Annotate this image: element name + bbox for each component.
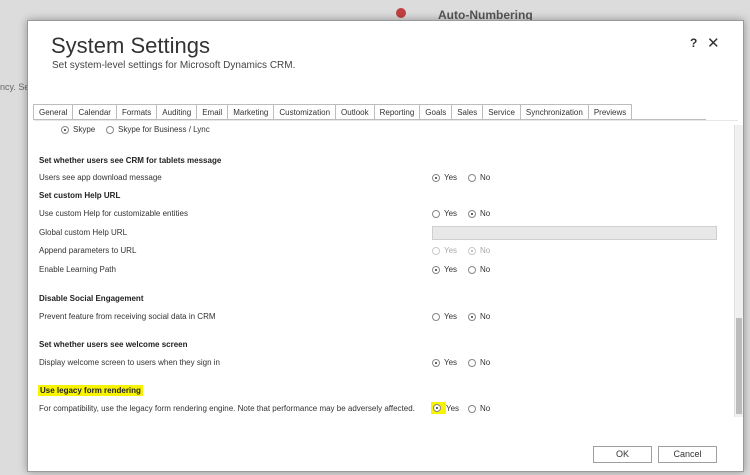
- tab-synchronization[interactable]: Synchronization: [519, 104, 589, 119]
- legacy-rendering-header: Use legacy form rendering: [38, 385, 143, 396]
- legacy-yes-option[interactable]: Yes: [431, 402, 459, 414]
- custom-help-no-option[interactable]: No: [468, 209, 490, 218]
- tab-previews[interactable]: Previews: [587, 104, 633, 119]
- social-no-option[interactable]: No: [468, 312, 490, 321]
- settings-tabs: General Calendar Formats Auditing Email …: [33, 104, 706, 120]
- custom-help-no-radio[interactable]: [468, 209, 476, 218]
- welcome-screen-label: Display welcome screen to users when the…: [39, 358, 220, 367]
- custom-help-header: Set custom Help URL: [39, 191, 121, 200]
- tablet-yes-radio[interactable]: [432, 173, 440, 182]
- learning-no-radio[interactable]: [468, 265, 476, 274]
- legacy-yes-radio[interactable]: [433, 404, 441, 412]
- append-params-label: Append parameters to URL: [39, 246, 137, 255]
- tab-general[interactable]: General: [33, 104, 74, 119]
- tab-auditing[interactable]: Auditing: [156, 104, 198, 119]
- learning-no-option[interactable]: No: [468, 265, 490, 274]
- social-engagement-header: Disable Social Engagement: [39, 294, 144, 303]
- cancel-button[interactable]: Cancel: [658, 446, 717, 463]
- tab-sales[interactable]: Sales: [451, 104, 484, 119]
- tab-calendar[interactable]: Calendar: [72, 104, 117, 119]
- app-icon: [396, 8, 406, 18]
- tab-customization[interactable]: Customization: [273, 104, 337, 119]
- append-no-radio[interactable]: [468, 246, 476, 255]
- tablet-no-option[interactable]: No: [468, 173, 490, 182]
- welcome-no-radio[interactable]: [468, 358, 476, 367]
- help-icon[interactable]: ?: [690, 36, 697, 50]
- custom-help-yes-option[interactable]: Yes: [432, 209, 457, 218]
- general-tab-content: Skype Skype for Business / Lync Set whet…: [34, 120, 743, 426]
- dialog-title: System Settings: [51, 33, 210, 58]
- scrollbar-thumb[interactable]: [736, 318, 742, 414]
- legacy-yes-highlight: [431, 402, 446, 414]
- welcome-screen-header: Set whether users see welcome screen: [39, 340, 188, 349]
- content-scrollbar[interactable]: [734, 125, 743, 417]
- social-yes-radio[interactable]: [432, 312, 440, 321]
- ok-button[interactable]: OK: [593, 446, 652, 463]
- global-help-url-label: Global custom Help URL: [39, 228, 128, 237]
- tablet-message-header: Set whether users see CRM for tablets me…: [39, 156, 222, 165]
- learning-path-label: Enable Learning Path: [39, 265, 116, 274]
- dialog-subtitle: Set system-level settings for Microsoft …: [52, 60, 296, 71]
- tablet-yes-option[interactable]: Yes: [432, 173, 457, 182]
- close-icon[interactable]: ✕: [707, 34, 720, 52]
- social-yes-option[interactable]: Yes: [432, 312, 457, 321]
- social-engagement-label: Prevent feature from receiving social da…: [39, 312, 216, 321]
- legacy-rendering-label: For compatibility, use the legacy form r…: [39, 404, 415, 413]
- legacy-no-option[interactable]: No: [468, 404, 490, 413]
- append-yes-option[interactable]: Yes: [432, 246, 457, 255]
- tab-goals[interactable]: Goals: [419, 104, 453, 119]
- welcome-yes-option[interactable]: Yes: [432, 358, 457, 367]
- lync-radio[interactable]: [106, 125, 114, 134]
- welcome-yes-radio[interactable]: [432, 358, 440, 367]
- tablet-message-label: Users see app download message: [39, 173, 162, 182]
- global-help-url-input[interactable]: [432, 226, 717, 240]
- skype-radio[interactable]: [61, 125, 69, 134]
- tab-reporting[interactable]: Reporting: [373, 104, 421, 119]
- legacy-no-radio[interactable]: [468, 404, 476, 413]
- skype-option[interactable]: Skype: [61, 125, 95, 134]
- learning-yes-option[interactable]: Yes: [432, 265, 457, 274]
- tab-formats[interactable]: Formats: [115, 104, 158, 119]
- tab-marketing[interactable]: Marketing: [227, 104, 275, 119]
- system-settings-dialog: System Settings Set system-level setting…: [27, 20, 744, 472]
- append-no-option[interactable]: No: [468, 246, 490, 255]
- background-fragment: ncy. Se: [0, 82, 30, 92]
- use-custom-help-label: Use custom Help for customizable entitie…: [39, 209, 188, 218]
- lync-option[interactable]: Skype for Business / Lync: [106, 125, 210, 134]
- custom-help-yes-radio[interactable]: [432, 209, 440, 218]
- social-no-radio[interactable]: [468, 312, 476, 321]
- welcome-no-option[interactable]: No: [468, 358, 490, 367]
- tablet-no-radio[interactable]: [468, 173, 476, 182]
- learning-yes-radio[interactable]: [432, 265, 440, 274]
- append-yes-radio[interactable]: [432, 246, 440, 255]
- tab-email[interactable]: Email: [196, 104, 229, 119]
- tab-outlook[interactable]: Outlook: [335, 104, 375, 119]
- tab-service[interactable]: Service: [482, 104, 521, 119]
